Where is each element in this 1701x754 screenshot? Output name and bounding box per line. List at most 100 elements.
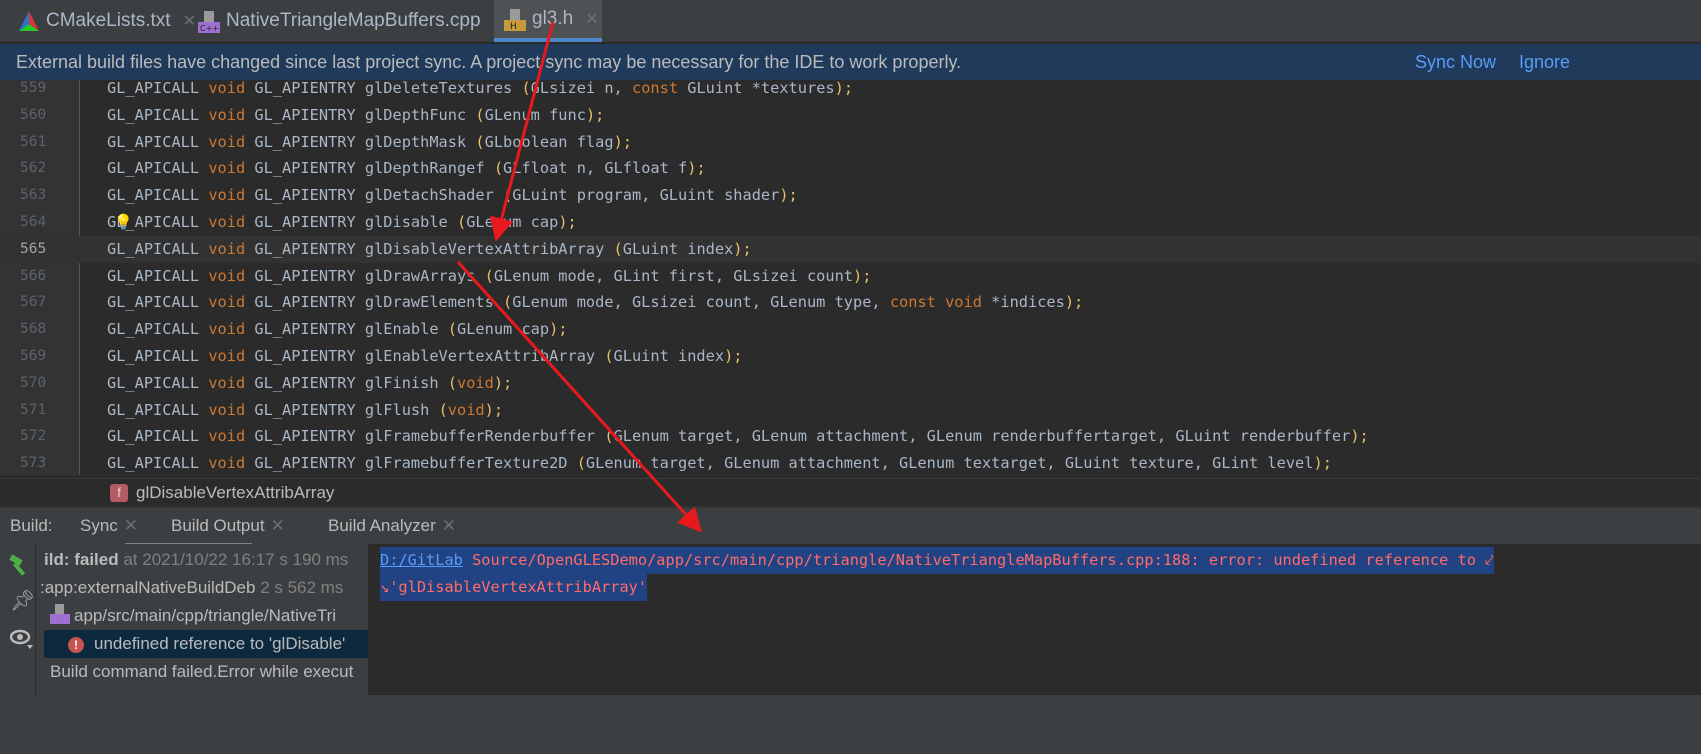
code-token: ); [585,105,605,124]
line-number: 570 [20,374,47,391]
code-token: ); [724,347,743,365]
code-text: GL_APICALL void GL_APIENTRY glDisable (G… [107,209,577,236]
code-token: void [208,159,246,178]
code-token: ); [613,132,632,151]
code-token: GLenum func [484,105,586,124]
close-icon[interactable]: ✕ [124,516,138,535]
cpp-file-icon: C++ [198,10,220,33]
lightbulb-icon[interactable]: 💡 [114,209,133,236]
tree-item-build-failed[interactable]: ild: failed at 2021/10/22 16:17 s 190 ms [44,546,368,574]
banner-message: External build files have changed since … [16,51,962,72]
error-message: undefined reference to 'glDisable' [94,634,346,653]
error-icon: ! [68,637,84,653]
code-line[interactable]: 569 GL_APICALL void GL_APIENTRY glEnableV… [0,343,1701,370]
code-text: GL_APICALL void GL_APIENTRY glDepthMask … [107,129,632,156]
code-token: GL_APICALL [107,239,209,258]
tab-label: Sync [80,516,118,535]
output-error-text: Source/OpenGLESDemo/app/src/main/cpp/tri… [462,551,1494,569]
tab-gl3-h[interactable]: H gl3.h ✕ [494,0,602,42]
code-token: GL_APICALL [107,266,209,285]
tree-item-command-failed[interactable]: Build command failed.Error while execut [50,658,368,686]
code-token: GL_APICALL [107,373,209,392]
code-text: GL_APICALL void GL_APIENTRY glFinish (vo… [107,370,512,397]
code-token: ( [493,159,504,178]
code-line[interactable]: 564 GL_APICALL void GL_APIENTRY glDisable… [0,209,1701,236]
svg-text:C++: C++ [200,24,219,33]
code-token: void [208,132,246,151]
code-line[interactable]: 560 GL_APICALL void GL_APIENTRY glDepthFu… [0,102,1701,129]
output-error-symbol: ↘'glDisableVertexAttribArray' [380,578,648,596]
code-token: GL_APIENTRY glFinish [245,373,448,392]
close-icon[interactable]: ✕ [585,9,598,29]
code-text: GL_APICALL void GL_APIENTRY glFramebuffe… [107,423,1369,450]
code-token: ); [779,186,798,205]
line-number: 561 [20,133,47,150]
code-line[interactable]: 573 GL_APICALL void GL_APIENTRY glFramebu… [0,450,1701,477]
tab-sync[interactable]: Sync ✕ [80,516,138,536]
code-token: GL_APIENTRY glDepthFunc [245,105,476,124]
code-token: GLsizei n, [530,79,632,97]
pin-icon[interactable]: 📌︎ [10,588,35,613]
tab-build-output[interactable]: Build Output ✕ [171,516,285,536]
code-line[interactable]: 570 GL_APICALL void GL_APIENTRY glFinish … [0,370,1701,397]
code-token: GL_APIENTRY glFramebufferTexture2D [245,454,577,473]
output-path-link[interactable]: D:/GitLab [380,551,463,569]
code-token: GL_APICALL [107,320,209,339]
code-token: GLenum cap [456,320,550,339]
code-token: GL_APICALL [107,79,209,97]
code-line[interactable]: 571 GL_APICALL void GL_APIENTRY glFlush (… [0,397,1701,424]
code-token: GL_APICALL [107,427,209,446]
build-status: ild: failed [44,550,119,569]
tab-label: Build Analyzer [328,516,436,535]
code-token: ); [853,266,872,285]
function-icon: f [110,483,128,502]
code-token: const void [889,293,982,312]
code-line[interactable]: 565 GL_APICALL void GL_APIENTRY glDisable… [0,235,1701,263]
breadcrumb-function[interactable]: glDisableVertexAttribArray [136,483,334,503]
code-token: void [208,427,246,446]
code-token: GLboolean flag [484,132,614,151]
tree-item-file[interactable]: app/src/main/cpp/triangle/NativeTri [50,602,368,630]
build-tree[interactable]: ild: failed at 2021/10/22 16:17 s 190 ms… [36,544,368,695]
task-time: 2 s 562 ms [255,578,344,597]
tree-item-task[interactable]: :app:externalNativeBuildDeb 2 s 562 ms [40,574,368,602]
code-line[interactable]: 562 GL_APICALL void GL_APIENTRY glDepthRa… [0,155,1701,182]
hammer-icon[interactable] [8,554,30,576]
code-line[interactable]: 563 GL_APICALL void GL_APIENTRY glDetachS… [0,182,1701,209]
code-token: GL_APICALL [107,400,209,419]
code-line[interactable]: 566 GL_APICALL void GL_APIENTRY glDrawArr… [0,263,1701,290]
code-token: GL_APIENTRY glDisable [245,213,457,231]
code-token: ( [613,239,623,258]
line-number: 566 [20,267,47,284]
breadcrumb[interactable]: f glDisableVertexAttribArray [0,478,1701,506]
sync-now-link[interactable]: Sync Now [1415,52,1496,73]
build-label: Build: [10,516,53,535]
code-token: GLfloat n, GLfloat f [503,159,688,178]
command-failed-message: Build command failed.Error while execut [50,662,354,681]
code-line[interactable]: 559 GL_APICALL void GL_APIENTRY glDeleteT… [0,75,1701,102]
ignore-link[interactable]: Ignore [1519,52,1570,73]
eye-icon[interactable] [10,628,34,650]
tab-native-triangle-cpp[interactable]: C++ NativeTriangleMapBuffers.cpp✕ [188,0,516,42]
status-area [0,695,1701,754]
code-line[interactable]: 568 GL_APICALL void GL_APIENTRY glEnable … [0,316,1701,343]
code-token: GL_APIENTRY glFlush [245,400,439,419]
code-token: void [208,373,246,392]
code-line[interactable]: 567 GL_APICALL void GL_APIENTRY glDrawEle… [0,289,1701,316]
code-line[interactable]: 572 GL_APICALL void GL_APIENTRY glFramebu… [0,423,1701,450]
code-token: ); [834,79,854,97]
code-token: GLenum cap [466,213,559,231]
close-icon[interactable]: ✕ [442,516,456,535]
tab-cmakelists[interactable]: CMakeLists.txt ✕ [8,0,206,42]
code-token: ( [475,105,485,124]
code-token: GL_APIENTRY glDetachShader [245,186,504,205]
tree-item-error[interactable]: ! undefined reference to 'glDisable' [44,630,368,658]
tab-build-analyzer[interactable]: Build Analyzer ✕ [328,516,456,536]
build-output-console[interactable]: D:/GitLab Source/OpenGLESDemo/app/src/ma… [368,544,1701,695]
line-number: 560 [20,106,47,123]
code-line[interactable]: 561 GL_APICALL void GL_APIENTRY glDepthMa… [0,129,1701,156]
build-side-toolbar: 📌︎ [0,544,36,695]
code-text: GL_APICALL void GL_APIENTRY glDisableVer… [107,236,752,263]
close-icon[interactable]: ✕ [271,516,285,535]
svg-text:H: H [510,22,517,32]
